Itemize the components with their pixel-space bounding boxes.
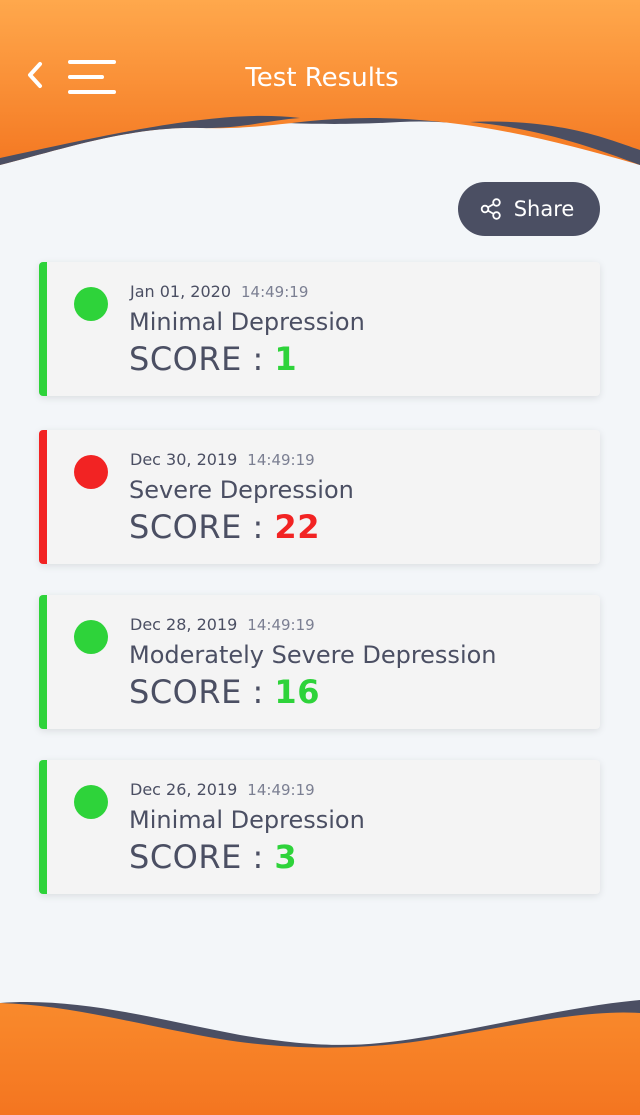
status-dot-icon [74, 455, 108, 489]
result-score: SCORE : 16 [129, 673, 320, 711]
score-value: 1 [274, 340, 298, 378]
status-bar [39, 430, 47, 564]
result-time: 14:49:19 [247, 616, 315, 634]
result-level: Moderately Severe Depression [129, 641, 497, 669]
result-date: Dec 28, 2019 [130, 615, 238, 634]
status-bar [39, 760, 47, 894]
status-dot-icon [74, 620, 108, 654]
score-value: 3 [274, 838, 298, 876]
share-label: Share [513, 197, 575, 221]
result-card[interactable]: Jan 01, 2020 14:49:19 Minimal Depression … [39, 262, 600, 396]
status-dot-icon [74, 785, 108, 819]
result-time: 14:49:19 [247, 451, 315, 469]
share-icon [480, 198, 501, 220]
result-time: 14:49:19 [247, 781, 315, 799]
score-value: 16 [274, 673, 320, 711]
score-label: SCORE : [129, 340, 275, 378]
score-label: SCORE : [129, 838, 275, 876]
result-card[interactable]: Dec 26, 2019 14:49:19 Minimal Depression … [39, 760, 600, 894]
result-date: Jan 01, 2020 [130, 282, 231, 301]
result-card[interactable]: Dec 30, 2019 14:49:19 Severe Depression S… [39, 430, 600, 564]
result-score: SCORE : 22 [129, 508, 320, 546]
score-value: 22 [274, 508, 320, 546]
result-level: Minimal Depression [129, 806, 365, 834]
result-score: SCORE : 3 [129, 838, 297, 876]
header: Test Results [0, 0, 640, 170]
result-score: SCORE : 1 [129, 340, 297, 378]
status-bar [39, 262, 47, 396]
result-level: Minimal Depression [129, 308, 365, 336]
score-label: SCORE : [129, 673, 275, 711]
result-time: 14:49:19 [241, 283, 309, 301]
status-dot-icon [74, 287, 108, 321]
score-label: SCORE : [129, 508, 275, 546]
result-card[interactable]: Dec 28, 2019 14:49:19 Moderately Severe D… [39, 595, 600, 729]
footer-wave [0, 995, 640, 1115]
result-date: Dec 26, 2019 [130, 780, 238, 799]
share-button[interactable]: Share [458, 182, 600, 236]
page-title: Test Results [245, 63, 399, 93]
status-bar [39, 595, 47, 729]
result-level: Severe Depression [129, 476, 354, 504]
result-date: Dec 30, 2019 [130, 450, 238, 469]
